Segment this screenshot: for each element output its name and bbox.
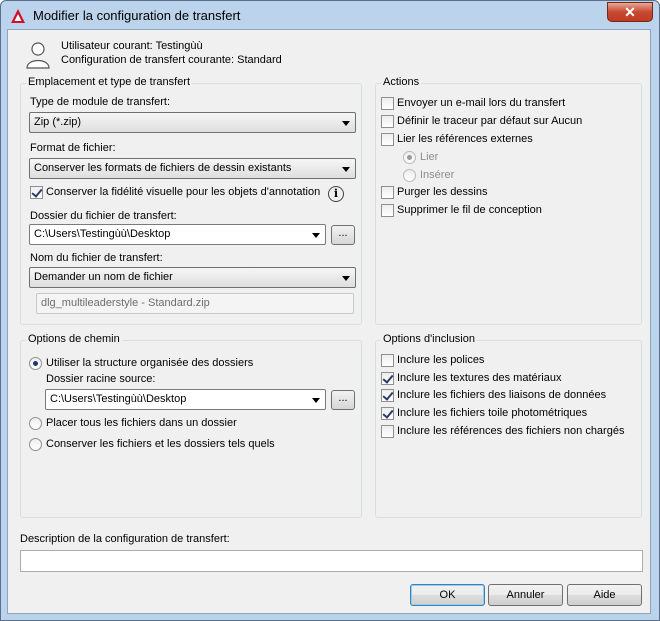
close-button[interactable]: ✕ [607,2,653,22]
location-group-title: Emplacement et type de transfert [26,76,193,88]
include-unloaded-refs-label: Inclure les références des fichiers non … [397,425,625,437]
send-email-checkbox[interactable] [381,97,394,110]
info-icon[interactable]: i [328,186,344,202]
include-data-links-label: Inclure les fichiers des liaisons de don… [397,389,607,401]
organized-folder-radio[interactable] [29,357,42,370]
include-photometric-checkbox[interactable] [381,407,394,420]
file-format-label: Format de fichier: [30,142,116,154]
browse-root-folder-button[interactable]: ... [331,390,355,410]
send-email-label: Envoyer un e-mail lors du transfert [397,97,566,109]
root-folder-label: Dossier racine source: [46,373,156,385]
remove-design-feed-label: Supprimer le fil de conception [397,204,542,216]
path-options-group-title: Options de chemin [26,333,122,345]
bind-xrefs-label: Lier les références externes [397,133,533,145]
xref-insert-radio[interactable] [403,169,416,182]
chevron-down-icon [342,121,350,126]
browse-transfer-folder-button[interactable]: ... [331,225,355,245]
single-folder-radio[interactable] [29,417,42,430]
include-unloaded-refs-checkbox[interactable] [381,425,394,438]
include-options-group-title: Options d'inclusion [381,333,477,345]
cancel-button[interactable]: Annuler [488,584,563,606]
user-icon [26,42,50,69]
transfer-filename-dropdown[interactable]: Demander un nom de fichier [29,267,356,288]
transfer-folder-value: C:\Users\Testingùù\Desktop [34,228,171,240]
transfer-folder-label: Dossier du fichier de transfert: [30,210,177,222]
xref-bind-radio[interactable] [403,151,416,164]
include-data-links-checkbox[interactable] [381,389,394,402]
chevron-down-icon [342,276,350,281]
chevron-down-icon [312,233,320,238]
keep-as-is-radio[interactable] [29,438,42,451]
title-bar[interactable]: Modifier la configuration de transfert ✕ [1,1,659,30]
keep-visual-fidelity-checkbox[interactable] [30,186,43,199]
current-user-text: Utilisateur courant: Testingùù [61,40,203,52]
include-textures-label: Inclure les textures des matériaux [397,372,562,384]
transfer-filename-label: Nom du fichier de transfert: [30,252,163,264]
description-label: Description de la configuration de trans… [20,533,230,545]
default-plotter-none-checkbox[interactable] [381,115,394,128]
xref-insert-label: Insérer [420,169,455,181]
chevron-down-icon [312,398,320,403]
default-plotter-none-label: Définir le traceur par défaut sur Aucun [397,115,583,127]
help-button[interactable]: Aide [567,584,642,606]
bind-xrefs-checkbox[interactable] [381,133,394,146]
actions-group-title: Actions [381,76,422,88]
transfer-filename-preview: dlg_multileaderstyle - Standard.zip [36,293,354,314]
keep-as-is-label: Conserver les fichiers et les dossiers t… [46,438,275,450]
file-format-value: Conserver les formats de fichiers de des… [34,162,292,174]
module-type-value: Zip (*.zip) [34,116,82,128]
current-config-text: Configuration de transfert courante: Sta… [61,54,282,66]
transfer-folder-combobox[interactable]: C:\Users\Testingùù\Desktop [29,224,326,245]
keep-visual-fidelity-label: Conserver la fidélité visuelle pour les … [46,186,321,198]
include-fonts-checkbox[interactable] [381,354,394,367]
module-type-dropdown[interactable]: Zip (*.zip) [29,112,356,133]
include-textures-checkbox[interactable] [381,372,394,385]
root-folder-value: C:\Users\Testingùù\Desktop [50,393,187,405]
autocad-logo-icon [11,9,25,23]
include-photometric-label: Inclure les fichiers toile photométrique… [397,407,588,419]
purge-drawings-label: Purger les dessins [397,186,488,198]
file-format-dropdown[interactable]: Conserver les formats de fichiers de des… [29,158,356,179]
transfer-filename-preview-text: dlg_multileaderstyle - Standard.zip [41,297,210,309]
purge-drawings-checkbox[interactable] [381,186,394,199]
ok-button[interactable]: OK [410,584,485,606]
remove-design-feed-checkbox[interactable] [381,204,394,217]
root-folder-combobox[interactable]: C:\Users\Testingùù\Desktop [45,389,326,410]
xref-bind-label: Lier [420,151,439,163]
organized-folder-label: Utiliser la structure organisée des doss… [46,357,254,369]
window-title: Modifier la configuration de transfert [33,8,241,23]
single-folder-label: Placer tous les fichiers dans un dossier [46,417,237,429]
description-input[interactable] [20,550,643,572]
module-type-label: Type de module de transfert: [30,96,171,108]
chevron-down-icon [342,167,350,172]
transfer-filename-value: Demander un nom de fichier [34,271,173,283]
include-fonts-label: Inclure les polices [397,354,485,366]
dialog-client-area: Utilisateur courant: Testingùù Configura… [7,29,651,614]
